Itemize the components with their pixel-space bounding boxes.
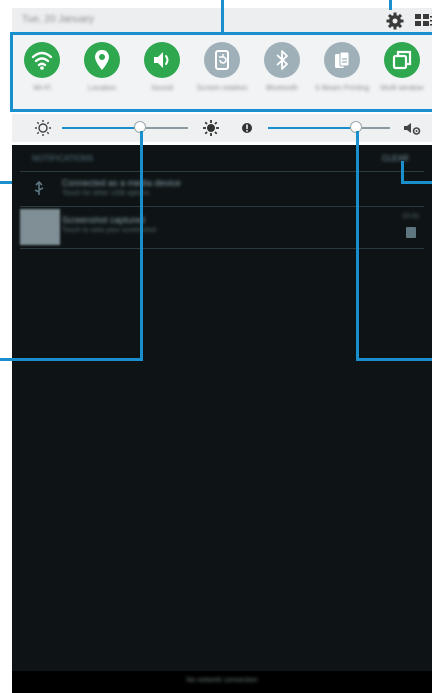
settings-gear-icon[interactable] (383, 9, 407, 33)
qs-label: Bluetooth (266, 83, 298, 92)
quick-settings-panel: Wi-Fi Location Sound Screen rotation Blu… (12, 34, 432, 110)
brightness-track-filled (62, 127, 140, 129)
usb-icon (32, 180, 46, 202)
notification-item-usb[interactable]: Connected as a media device Touch for ot… (12, 173, 432, 205)
bottom-status-bar: No network connection (12, 671, 432, 693)
clear-button[interactable]: CLEAR (382, 154, 409, 163)
s-beam-icon (335, 51, 350, 68)
qs-circle (384, 42, 420, 78)
edit-grid-icon[interactable] (414, 11, 432, 31)
notification-header: NOTIFICATIONS CLEAR (12, 145, 432, 171)
wifi-icon (31, 51, 53, 70)
notification-title: Connected as a media device (62, 178, 181, 188)
qs-circle (204, 42, 240, 78)
brightness-track-empty (140, 127, 188, 129)
qs-circle (24, 42, 60, 78)
qs-label: Wi-Fi (33, 83, 51, 92)
qs-label: Sound (151, 83, 173, 92)
qs-wifi-button[interactable]: Wi-Fi (12, 34, 72, 110)
volume-slider[interactable] (268, 114, 390, 142)
screen-rotation-icon (215, 50, 229, 70)
location-icon (95, 50, 109, 70)
qs-circle (84, 42, 120, 78)
notifications-title: NOTIFICATIONS (32, 154, 94, 163)
qs-circle (144, 42, 180, 78)
notification-time: 10:41 (402, 213, 420, 220)
divider (20, 248, 424, 249)
bluetooth-icon (276, 50, 288, 70)
brightness-high-icon (202, 119, 220, 142)
qs-label: Multi window (380, 83, 424, 92)
notification-item-screenshot[interactable]: Screenshot captured Touch to view your s… (12, 207, 432, 247)
qs-screen-rotation-button[interactable]: Screen rotation (192, 34, 252, 110)
sound-icon (154, 52, 169, 68)
qs-s-beam-button[interactable]: S Beam Printing (312, 34, 372, 110)
divider (20, 171, 424, 172)
qs-circle (324, 42, 360, 78)
alert-icon (240, 121, 254, 140)
notification-panel: NOTIFICATIONS CLEAR Connected as a media… (12, 145, 432, 693)
screenshot-share-icon[interactable] (405, 225, 417, 244)
volume-settings-icon[interactable] (402, 119, 422, 142)
qs-multi-window-button[interactable]: Multi window (372, 34, 432, 110)
notification-subtitle: Touch for other USB options (62, 190, 150, 197)
qs-sound-button[interactable]: Sound (132, 34, 192, 110)
qs-circle (264, 42, 300, 78)
qs-label: Screen rotation (196, 83, 248, 92)
notification-title: Screenshot captured (62, 215, 146, 225)
multi-window-icon (392, 50, 412, 70)
status-date: Tue, 20 January (22, 14, 94, 25)
brightness-slider[interactable] (62, 114, 188, 142)
brightness-low-icon (34, 119, 52, 142)
qs-label: S Beam Printing (314, 83, 370, 92)
qs-label: Location (87, 83, 117, 92)
network-status-text: No network connection (186, 677, 258, 684)
qs-location-button[interactable]: Location (72, 34, 132, 110)
volume-track-filled (268, 127, 356, 129)
slider-bar (12, 114, 432, 142)
qs-bluetooth-button[interactable]: Bluetooth (252, 34, 312, 110)
screenshot-thumbnail (20, 209, 60, 245)
